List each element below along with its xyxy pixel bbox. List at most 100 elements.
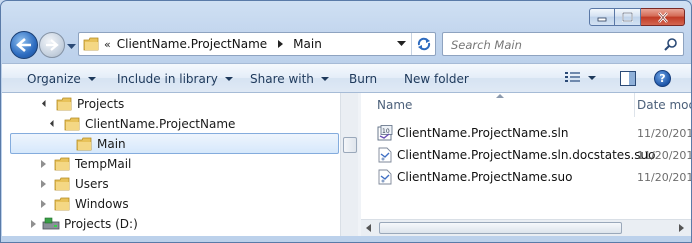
breadcrumb: « ClientName.ProjectName Main (99, 33, 322, 55)
file-row[interactable]: ClientName.ProjectName.sln.docstates.suo (377, 145, 655, 165)
file-name: ClientName.ProjectName.suo (397, 170, 573, 184)
navigation-scrollbar[interactable] (340, 93, 358, 236)
suo-file-icon (378, 169, 392, 185)
tree-item-users[interactable]: Users (38, 173, 109, 194)
close-button[interactable] (641, 8, 685, 26)
expand-arrow-icon[interactable] (38, 159, 48, 168)
folder-icon (54, 177, 70, 190)
maximize-button[interactable] (615, 8, 641, 26)
tree-item-projects-drive[interactable]: Projects (D:) (28, 213, 138, 234)
folder-icon (83, 37, 99, 51)
scroll-left-icon[interactable] (366, 224, 371, 232)
column-divider[interactable] (634, 93, 635, 117)
file-name: ClientName.ProjectName.sln.docstates.suo (397, 148, 656, 162)
burn-button[interactable]: Burn (349, 64, 377, 93)
address-dropdown[interactable] (393, 33, 409, 55)
collapse-arrow-icon[interactable] (40, 99, 50, 108)
drive-icon (42, 217, 60, 229)
help-icon[interactable]: ? (654, 70, 671, 87)
folder-icon (56, 97, 72, 110)
tree-item-projects[interactable]: Projects (40, 93, 124, 114)
tree-item-label: ClientName.ProjectName (85, 116, 236, 131)
file-row[interactable]: 10 ClientName.ProjectName.sln (377, 123, 568, 143)
command-bar: Organize Include in library Share with B… (2, 63, 691, 93)
chevron-down-icon (67, 44, 76, 49)
change-view-icon[interactable] (564, 71, 582, 85)
close-icon (657, 11, 668, 23)
file-list-horizontal-scrollbar[interactable] (361, 219, 691, 236)
refresh-icon (417, 37, 430, 51)
tree-item-clientname-projectname[interactable]: ClientName.ProjectName (48, 113, 235, 134)
include-in-library-label: Include in library (117, 71, 218, 86)
expand-arrow-icon[interactable] (38, 179, 48, 188)
folder-icon (54, 197, 70, 210)
folder-icon (76, 137, 92, 150)
tree-item-tempmail[interactable]: TempMail (38, 153, 131, 174)
minimize-icon (597, 17, 607, 22)
view-options-dropdown[interactable] (588, 76, 597, 82)
preview-pane-icon[interactable] (620, 71, 636, 86)
tree-item-label: Windows (75, 196, 129, 211)
minimize-button[interactable] (589, 8, 615, 26)
file-row[interactable]: ClientName.ProjectName.suo (377, 167, 572, 187)
breadcrumb-overflow[interactable]: « (99, 38, 117, 51)
refresh-button[interactable] (411, 33, 435, 55)
organize-label: Organize (27, 71, 81, 86)
content-area: Projects ClientName.ProjectName Main Tem… (2, 93, 692, 236)
burn-label: Burn (349, 71, 378, 86)
expand-arrow-icon[interactable] (28, 219, 38, 228)
chevron-down-icon (320, 76, 329, 81)
column-header-label: Date moc (637, 98, 692, 112)
caption-buttons (589, 8, 685, 26)
forward-button[interactable] (39, 32, 65, 58)
back-button[interactable] (10, 31, 38, 59)
chevron-down-icon (87, 76, 96, 81)
chevron-down-icon (396, 41, 406, 46)
breadcrumb-separator-icon[interactable] (273, 39, 287, 49)
collapse-arrow-icon[interactable] (48, 119, 58, 128)
tree-item-windows[interactable]: Windows (38, 193, 129, 214)
tree-item-label: Projects (D:) (64, 216, 138, 231)
file-name: ClientName.ProjectName.sln (397, 126, 569, 140)
column-header-label: Name (377, 98, 413, 112)
tree-item-label: Users (75, 176, 109, 191)
scrollbar-thumb[interactable] (343, 137, 357, 153)
file-list: Name Date moc 10 ClientName.ProjectName.… (361, 93, 692, 236)
share-with-label: Share with (250, 71, 314, 86)
explorer-window: « ClientName.ProjectName Main Search Mai… (0, 0, 692, 243)
column-header-date-modified[interactable]: Date moc (637, 93, 692, 117)
sort-ascending-icon (496, 94, 504, 98)
folder-icon (54, 157, 70, 170)
new-folder-label: New folder (404, 71, 469, 86)
tree-item-label: Main (97, 136, 126, 151)
file-date: 11/20/201 (637, 148, 692, 162)
recent-pages-dropdown[interactable] (67, 39, 76, 53)
solution-file-icon: 10 (377, 125, 393, 141)
search-box[interactable]: Search Main (442, 32, 684, 56)
tree-item-main[interactable]: Main (10, 133, 339, 154)
tree-item-label: TempMail (75, 156, 132, 171)
breadcrumb-item[interactable]: ClientName.ProjectName (117, 37, 267, 51)
tree-item-label: Projects (77, 96, 125, 111)
include-in-library-button[interactable]: Include in library (117, 64, 233, 93)
expand-arrow-icon[interactable] (38, 199, 48, 208)
scroll-right-icon[interactable] (679, 224, 684, 232)
maximize-icon (622, 12, 633, 22)
navigation-pane: Projects ClientName.ProjectName Main Tem… (2, 93, 340, 236)
share-with-button[interactable]: Share with (250, 64, 329, 93)
file-date: 11/20/201 (637, 170, 692, 184)
forward-arrow-icon (46, 39, 59, 51)
organize-button[interactable]: Organize (27, 64, 96, 93)
breadcrumb-item[interactable]: Main (293, 37, 322, 51)
address-bar[interactable]: « ClientName.ProjectName Main (78, 32, 436, 56)
search-icon[interactable] (664, 37, 678, 51)
folder-icon (64, 117, 80, 130)
file-date: 11/20/201 (637, 126, 692, 140)
scrollbar-thumb[interactable] (379, 222, 622, 234)
back-arrow-icon (16, 38, 31, 52)
suo-file-icon (378, 147, 392, 163)
new-folder-button[interactable]: New folder (404, 64, 469, 93)
search-input[interactable]: Search Main (451, 38, 522, 52)
chevron-down-icon (224, 76, 233, 81)
column-header-name[interactable]: Name (377, 93, 632, 117)
